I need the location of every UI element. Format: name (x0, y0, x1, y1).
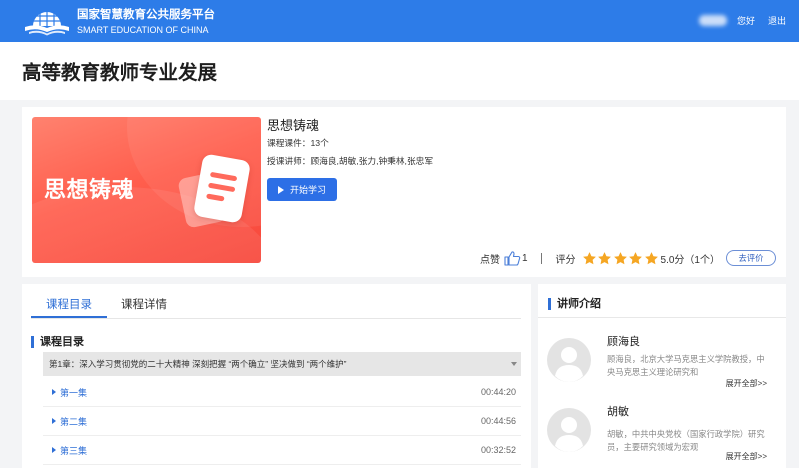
divider (540, 252, 542, 264)
tab-details[interactable]: 课程详情 (112, 296, 176, 314)
star-icon (598, 251, 611, 264)
instructor-name: 胡敏 (607, 406, 629, 418)
avatar-placeholder-icon (547, 338, 591, 382)
page-title: 高等教育教师专业发展 (22, 62, 218, 84)
course-card: 思想铸魂 思想铸魂 课程课件：13个 授课讲师：顾海良,胡敏,张力,钟秉林,张忠… (22, 107, 786, 277)
username-blurred[interactable] (699, 15, 727, 26)
thumbnail-title: 思想铸魂 (44, 177, 135, 202)
like-label: 点赞 (479, 254, 500, 266)
like-count: 1 (521, 252, 528, 264)
episode-row[interactable]: 第三集 00:32:52 (43, 436, 521, 465)
star-icon (613, 251, 627, 264)
triangle-right-icon (52, 418, 56, 424)
tab-divider (31, 318, 521, 319)
rate-button[interactable]: 去评价 (726, 250, 776, 266)
rating-row: 点赞 1 评分 5.0分（1个） 去评价 (480, 250, 776, 266)
platform-logo-icon[interactable] (22, 5, 72, 37)
episode-row[interactable]: 第二集 00:44:56 (43, 407, 521, 436)
thumbs-up-icon[interactable] (504, 250, 521, 266)
expand-all-link[interactable]: 展开全部>> (726, 451, 767, 463)
play-icon (277, 185, 284, 194)
rating-stars (582, 251, 659, 266)
catalog-panel: 课程目录 课程详情 课程目录 第1章：深入学习贯彻党的二十大精神 深刻把握 “两… (22, 284, 531, 468)
course-thumbnail[interactable]: 思想铸魂 (32, 117, 261, 263)
triangle-right-icon (52, 447, 56, 453)
instructor-name: 顾海良 (607, 336, 640, 348)
instructors-panel: 讲师介绍 顾海良 顾海良，北京大学马克思主义学院教授，中央马克思主义理论研究和 … (538, 284, 786, 468)
star-icon (582, 251, 596, 264)
courseware-count: 课程课件：13个 (267, 138, 329, 148)
section-accent-bar (548, 298, 551, 310)
instructor-item: 顾海良 顾海良，北京大学马克思主义学院教授，中央马克思主义理论研究和 展开全部>… (538, 334, 786, 404)
avatar-placeholder-icon (547, 408, 591, 452)
star-icon (644, 251, 658, 264)
star-icon (629, 251, 642, 264)
instructors-heading: 讲师介绍 (557, 298, 601, 310)
episode-duration: 00:44:20 (480, 387, 516, 397)
episode-duration: 00:32:52 (480, 445, 516, 455)
section-accent-bar (31, 336, 34, 348)
panel-divider (538, 317, 786, 318)
expand-all-link[interactable]: 展开全部>> (726, 378, 767, 390)
triangle-right-icon (52, 389, 56, 395)
tab-catalog[interactable]: 课程目录 (31, 296, 107, 314)
platform-name: 国家智慧教育公共服务平台 (77, 9, 215, 21)
episode-title[interactable]: 第一集 (60, 386, 87, 399)
rating-summary: 5.0分（1个） (660, 254, 720, 266)
episode-title[interactable]: 第三集 (60, 444, 87, 457)
start-learning-label: 开始学习 (289, 185, 326, 195)
lecturers-list: 授课讲师：顾海良,胡敏,张力,钟秉林,张忠军 (267, 156, 434, 166)
episode-row[interactable]: 第一集 00:44:20 (43, 378, 521, 407)
rating-label: 评分 (555, 254, 576, 266)
catalog-heading: 课程目录 (40, 336, 84, 348)
greeting-text: 您好 (737, 16, 756, 26)
logout-link[interactable]: 退出 (768, 15, 786, 27)
course-title: 思想铸魂 (267, 118, 320, 133)
chapter-title: 第1章：深入学习贯彻党的二十大精神 深刻把握 “两个确立” 坚决做到 “两个维护… (49, 359, 347, 369)
episode-title[interactable]: 第二集 (60, 415, 87, 428)
instructor-bio: 顾海良，北京大学马克思主义学院教授，中央马克思主义理论研究和 (607, 354, 765, 377)
chapter-row[interactable]: 第1章：深入学习贯彻党的二十大精神 深刻把握 “两个确立” 坚决做到 “两个维护… (43, 352, 521, 376)
instructor-item: 胡敏 胡敏，中共中央党校（国家行政学院）研究员，主要研究领域为宏观 展开全部>> (538, 404, 786, 468)
episode-duration: 00:44:56 (480, 416, 516, 426)
start-learning-button[interactable]: 开始学习 (267, 178, 337, 201)
top-header: 国家智慧教育公共服务平台 SMART EDUCATION OF CHINA 您好… (0, 0, 799, 42)
caret-down-icon[interactable] (511, 362, 517, 366)
platform-name-en: SMART EDUCATION OF CHINA (77, 25, 209, 35)
